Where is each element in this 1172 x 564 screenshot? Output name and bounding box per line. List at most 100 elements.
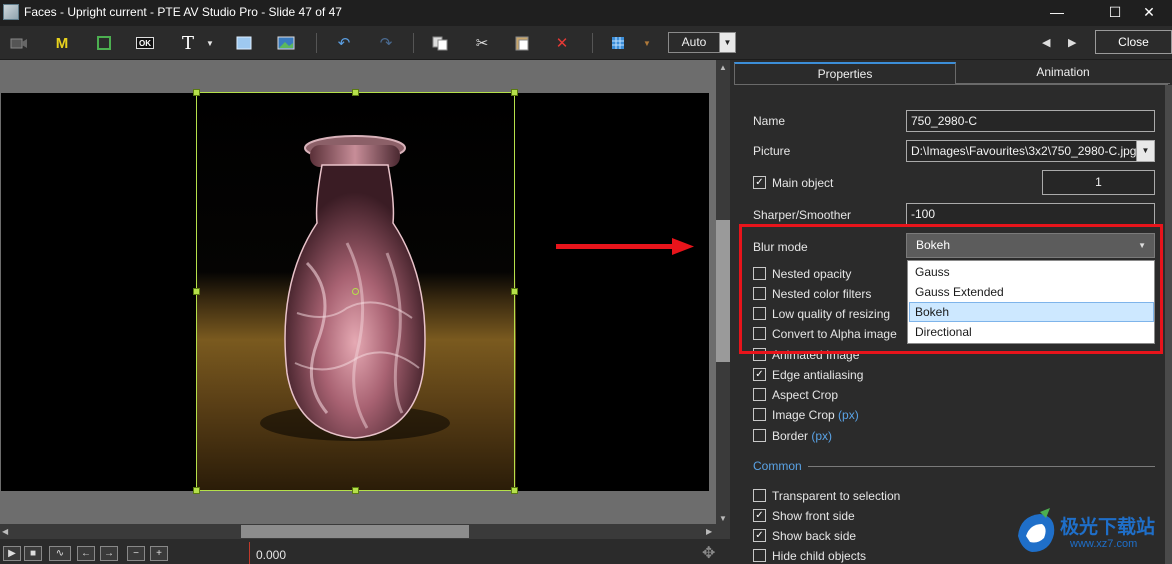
mask-button[interactable]: M [52, 33, 72, 53]
play-icon[interactable]: ▶ [3, 546, 21, 561]
rectangle-icon[interactable] [234, 33, 254, 53]
zoom-select[interactable]: Auto ▼ [668, 32, 736, 53]
step-forward-icon[interactable]: → [100, 546, 118, 561]
resize-handle[interactable] [193, 288, 200, 295]
toolbar-divider [592, 33, 593, 53]
aspect-crop-label: Aspect Crop [772, 388, 839, 402]
resize-handle[interactable] [511, 487, 518, 494]
previous-slide-icon[interactable]: ◀ [1042, 36, 1050, 49]
scroll-right-icon[interactable]: ▶ [706, 527, 712, 536]
resize-handle[interactable] [511, 288, 518, 295]
watermark: 极光下载站 www.xz7.com [1008, 504, 1172, 564]
tab-animation[interactable]: Animation [956, 62, 1170, 84]
step-back-icon[interactable]: ← [77, 546, 95, 561]
aspect-crop-checkbox[interactable] [753, 388, 766, 401]
panel-scrollbar[interactable] [1165, 85, 1172, 564]
picture-label: Picture [753, 144, 791, 158]
transparent-selection-checkbox[interactable] [753, 489, 766, 502]
image-crop-checkbox[interactable] [753, 408, 766, 421]
window-close-button[interactable]: ✕ [1126, 0, 1172, 26]
border-unit: (px) [811, 429, 833, 443]
toolbar-divider [316, 33, 317, 53]
resize-handle[interactable] [352, 487, 359, 494]
sharper-smoother-field[interactable]: -100 [906, 203, 1155, 225]
center-handle[interactable] [352, 288, 359, 295]
delete-icon[interactable]: ✕ [552, 33, 572, 53]
image-crop-unit: (px) [838, 408, 859, 422]
tab-properties[interactable]: Properties [734, 62, 956, 84]
watermark-logo-icon [1018, 508, 1055, 552]
app-icon [3, 4, 19, 20]
minimize-button[interactable]: — [1034, 0, 1080, 26]
resize-handle[interactable] [193, 487, 200, 494]
watermark-url: www.xz7.com [1070, 538, 1138, 550]
video-camera-icon[interactable] [9, 33, 29, 53]
watermark-text: 极光下载站 [1060, 517, 1156, 538]
window-title: Faces - Upright current - PTE AV Studio … [24, 5, 342, 19]
move-icon[interactable]: ✥ [702, 543, 715, 563]
playhead[interactable] [249, 542, 250, 564]
copy-icon[interactable] [430, 33, 450, 53]
picture-field[interactable]: D:\Images\Favourites\3x2\750_2980-C.jpg … [906, 140, 1155, 162]
image-crop-label: Image Crop (px) [772, 408, 859, 422]
chevron-down-icon[interactable]: ▼ [1136, 141, 1154, 161]
grid-icon[interactable] [608, 33, 628, 53]
main-object-number[interactable]: 1 [1042, 170, 1155, 195]
zoom-in-icon[interactable]: + [150, 546, 168, 561]
name-label: Name [753, 114, 786, 128]
sharper-smoother-label: Sharper/Smoother [753, 208, 852, 222]
image-icon[interactable] [276, 33, 296, 53]
transparent-selection-label: Transparent to selection [772, 489, 901, 503]
resize-handle[interactable] [511, 89, 518, 96]
text-dropdown-chevron-icon[interactable]: ▼ [204, 33, 216, 53]
grid-dropdown-chevron-icon[interactable]: ▼ [640, 33, 654, 53]
title-bar: Faces - Upright current - PTE AV Studio … [0, 0, 1172, 26]
toolbar-divider [413, 33, 414, 53]
border-text: Border [772, 429, 809, 443]
timeline-bar: ▶ ■ ∿ ← → − + 0.000 ✥ [0, 539, 730, 564]
image-crop-text: Image Crop [772, 408, 835, 422]
text-object-button[interactable]: T [178, 33, 198, 54]
time-readout: 0.000 [256, 548, 287, 562]
preview-horizontal-scroll-thumb[interactable] [241, 525, 469, 538]
main-object-label: Main object [772, 176, 834, 190]
show-back-side-checkbox[interactable]: ✓ [753, 529, 766, 542]
waveform-icon[interactable]: ∿ [49, 546, 71, 561]
stop-icon[interactable]: ■ [24, 546, 42, 561]
paste-icon[interactable] [512, 33, 532, 53]
show-back-side-label: Show back side [772, 529, 857, 543]
frame-icon[interactable] [94, 33, 114, 53]
scroll-down-icon[interactable]: ▼ [719, 514, 727, 523]
name-field[interactable]: 750_2980-C [906, 110, 1155, 132]
red-arrow-icon [556, 238, 694, 255]
next-slide-icon[interactable]: ▶ [1068, 36, 1076, 49]
highlight-box [739, 224, 1163, 354]
border-label: Border (px) [772, 429, 832, 443]
chevron-down-icon: ▼ [719, 33, 735, 52]
resize-handle[interactable] [352, 89, 359, 96]
scroll-up-icon[interactable]: ▲ [719, 63, 727, 72]
zoom-out-icon[interactable]: − [127, 546, 145, 561]
edge-antialiasing-checkbox[interactable]: ✓ [753, 368, 766, 381]
show-front-side-checkbox[interactable]: ✓ [753, 509, 766, 522]
border-checkbox[interactable] [753, 429, 766, 442]
picture-path: D:\Images\Favourites\3x2\750_2980-C.jpg [911, 144, 1137, 158]
hide-child-objects-checkbox[interactable] [753, 549, 766, 562]
tab-divider [734, 84, 1168, 85]
show-front-side-label: Show front side [772, 509, 855, 523]
toolbar: M OK T ▼ ↶ ↷ ✂ ✕ ▼ Auto ▼ ◀ ▶ Close [0, 26, 1172, 60]
common-section-label: Common [753, 459, 802, 473]
common-section-divider [808, 466, 1155, 467]
main-object-checkbox[interactable]: ✓ [753, 176, 766, 189]
resize-handle[interactable] [193, 89, 200, 96]
button-object-button[interactable]: OK [136, 37, 154, 49]
undo-icon[interactable]: ↶ [334, 33, 354, 53]
hide-child-objects-label: Hide child objects [772, 549, 867, 563]
redo-icon[interactable]: ↷ [376, 33, 396, 53]
scroll-left-icon[interactable]: ◀ [2, 527, 8, 536]
preview-vertical-scroll-thumb[interactable] [716, 220, 730, 362]
close-button[interactable]: Close [1095, 30, 1172, 54]
edge-antialiasing-label: Edge antialiasing [772, 368, 864, 382]
zoom-select-value: Auto [681, 35, 707, 49]
cut-icon[interactable]: ✂ [472, 33, 492, 53]
